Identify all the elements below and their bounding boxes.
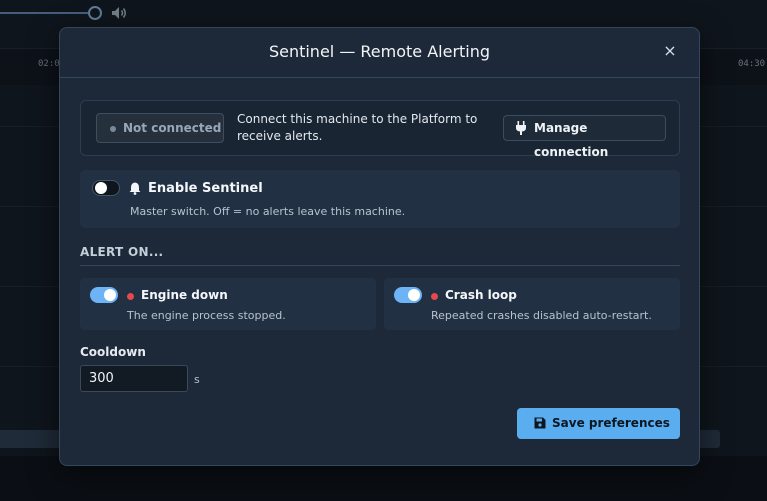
connection-status-badge: Not connected	[96, 113, 224, 143]
enable-sentinel-description: Master switch. Off = no alerts leave thi…	[130, 205, 406, 218]
sentinel-dialog: Sentinel — Remote Alerting × Not connect…	[59, 27, 700, 466]
crash-loop-toggle[interactable]	[394, 287, 422, 303]
save-preferences-label: Save preferences	[552, 416, 670, 430]
cooldown-input[interactable]	[80, 365, 188, 392]
cooldown-unit: s	[194, 373, 200, 386]
severity-dot-icon	[431, 293, 438, 300]
section-divider	[80, 265, 680, 266]
floppy-disk-icon	[534, 417, 546, 429]
engine-down-description: The engine process stopped.	[127, 309, 286, 322]
close-button[interactable]: ×	[661, 42, 679, 60]
manage-connection-button[interactable]: Manage connection	[503, 115, 666, 159]
engine-down-label: Engine down	[141, 288, 228, 302]
toggle-knob	[408, 289, 420, 301]
cooldown-label: Cooldown	[80, 345, 146, 359]
enable-sentinel-toggle[interactable]	[92, 180, 120, 196]
toggle-knob	[95, 182, 107, 194]
bell-icon	[129, 182, 141, 195]
alert-card-crash-loop: Crash loop Repeated crashes disabled aut…	[384, 278, 680, 330]
severity-dot-icon	[127, 293, 134, 300]
plug-icon	[516, 121, 526, 135]
status-dot-icon	[110, 126, 116, 132]
dialog-title: Sentinel — Remote Alerting	[268, 42, 491, 61]
enable-sentinel-label: Enable Sentinel	[148, 181, 263, 196]
connection-status-label: Not connected	[123, 121, 222, 135]
manage-connection-label: Manage connection	[534, 121, 609, 159]
master-switch-card: Enable Sentinel Master switch. Off = no …	[80, 170, 680, 228]
alert-on-heading: ALERT ON...	[80, 245, 164, 259]
dialog-header: Sentinel — Remote Alerting ×	[60, 28, 699, 78]
engine-down-toggle[interactable]	[90, 287, 118, 303]
connection-description: Connect this machine to the Platform to …	[237, 112, 478, 143]
crash-loop-description: Repeated crashes disabled auto-restart.	[431, 309, 652, 322]
crash-loop-label: Crash loop	[445, 288, 517, 302]
alert-card-engine-down: Engine down The engine process stopped.	[80, 278, 376, 330]
save-preferences-button[interactable]: Save preferences	[517, 408, 680, 439]
toggle-knob	[104, 289, 116, 301]
close-icon: ×	[663, 41, 677, 60]
connection-panel: Not connected Connect this machine to th…	[80, 100, 680, 159]
